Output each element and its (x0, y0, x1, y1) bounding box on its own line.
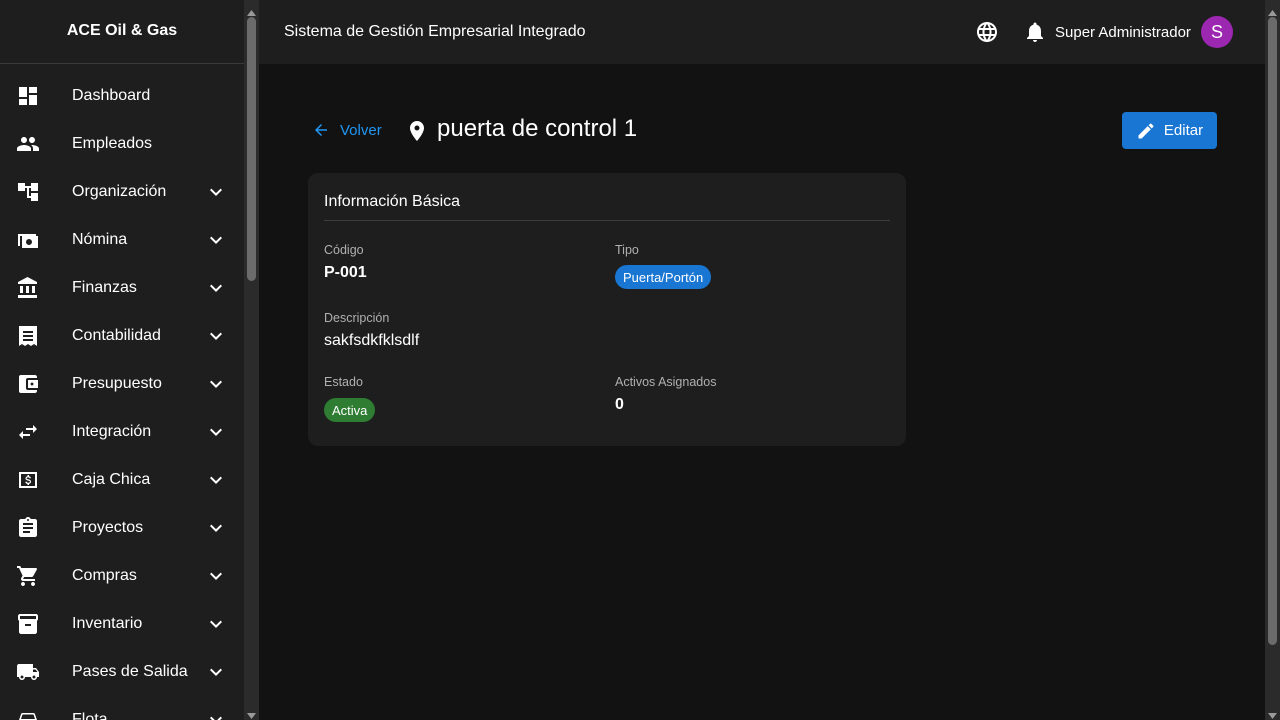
sidebar-item-label: Pases de Salida (72, 663, 188, 680)
type-chip: Puerta/Portón (615, 265, 712, 289)
truck-icon (16, 660, 40, 684)
payroll-icon (16, 228, 40, 252)
top-app-bar: Sistema de Gestión Empresarial Integrado… (259, 0, 1265, 64)
car-icon (16, 708, 40, 720)
app-title: Sistema de Gestión Empresarial Integrado (284, 23, 586, 40)
org-chart-icon (16, 180, 40, 204)
status-label: Estado (324, 375, 363, 389)
status-badge: Activa (324, 398, 376, 422)
code-value: P-001 (324, 264, 367, 281)
clipboard-icon (16, 516, 40, 540)
chevron-down-icon[interactable] (204, 228, 228, 252)
sidebar-item-flota[interactable]: Flota (0, 696, 244, 720)
assets-label: Activos Asignados (615, 375, 717, 389)
chevron-down-icon[interactable] (204, 708, 228, 720)
people-icon (16, 132, 40, 156)
chevron-down-icon[interactable] (204, 420, 228, 444)
sidebar-item-compras[interactable]: Compras (0, 552, 244, 600)
back-button[interactable]: Volver (312, 118, 382, 142)
chevron-down-icon[interactable] (204, 372, 228, 396)
nav-list: Dashboard Empleados Organización Nómina … (0, 64, 244, 720)
notifications-bell-icon[interactable] (1023, 20, 1047, 44)
archive-icon (16, 612, 40, 636)
sidebar-scrollbar[interactable] (244, 0, 259, 720)
bank-icon (16, 276, 40, 300)
sidebar-item-label: Compras (72, 567, 137, 584)
edit-button[interactable]: Editar (1122, 112, 1217, 149)
chevron-down-icon[interactable] (204, 516, 228, 540)
user-name[interactable]: Super Administrador (1055, 24, 1191, 41)
sidebar-item-label: Finanzas (72, 279, 137, 296)
type-label: Tipo (615, 243, 639, 257)
pencil-icon (1138, 122, 1154, 138)
sidebar-item-label: Dashboard (72, 87, 151, 104)
page-title: puerta de control 1 (437, 115, 638, 142)
scroll-up-arrow-icon[interactable] (1268, 4, 1277, 16)
location-pin-icon (405, 119, 429, 143)
sidebar: ACE Oil & Gas Dashboard Empleados Organi… (0, 0, 244, 720)
chevron-down-icon[interactable] (204, 612, 228, 636)
chevron-down-icon[interactable] (204, 324, 228, 348)
sidebar-item-contabilidad[interactable]: Contabilidad (0, 312, 244, 360)
chevron-down-icon[interactable] (204, 276, 228, 300)
sidebar-item-label: Proyectos (72, 519, 144, 536)
sidebar-item-label: Contabilidad (72, 327, 161, 344)
sidebar-item-label: Inventario (72, 615, 143, 632)
card-title: Información Básica (324, 193, 461, 210)
sidebar-item-label: Presupuesto (72, 375, 162, 392)
chevron-down-icon[interactable] (204, 180, 228, 204)
scroll-down-arrow-icon[interactable] (247, 707, 256, 719)
sidebar-item-empleados[interactable]: Empleados (0, 120, 244, 168)
sidebar-item-pases-de-salida[interactable]: Pases de Salida (0, 648, 244, 696)
sidebar-item-finanzas[interactable]: Finanzas (0, 264, 244, 312)
edit-label: Editar (1163, 122, 1204, 139)
cart-icon (16, 564, 40, 588)
sidebar-item-label: Nómina (72, 231, 128, 248)
assets-value: 0 (615, 396, 624, 413)
chevron-down-icon[interactable] (204, 468, 228, 492)
avatar[interactable]: S (1201, 16, 1233, 48)
sidebar-item-label: Caja Chica (72, 471, 151, 488)
main-scrollbar-thumb[interactable] (1268, 17, 1277, 645)
swap-icon (16, 420, 40, 444)
wallet-icon (16, 372, 40, 396)
basic-info-card: Información Básica Código P-001 Tipo Pue… (308, 173, 906, 446)
card-divider (324, 220, 890, 221)
sidebar-item-dashboard[interactable]: Dashboard (0, 72, 244, 120)
sidebar-item-inventario[interactable]: Inventario (0, 600, 244, 648)
arrow-back-icon (315, 124, 327, 136)
receipt-icon (16, 324, 40, 348)
sidebar-item-proyectos[interactable]: Proyectos (0, 504, 244, 552)
sidebar-item-presupuesto[interactable]: Presupuesto (0, 360, 244, 408)
description-label: Descripción (324, 311, 390, 325)
sidebar-item-nomina[interactable]: Nómina (0, 216, 244, 264)
back-label: Volver (340, 121, 382, 139)
code-label: Código (324, 243, 364, 257)
sidebar-scrollbar-thumb[interactable] (247, 17, 256, 281)
sidebar-item-label: Flota (72, 711, 108, 720)
sidebar-item-label: Empleados (72, 135, 153, 152)
language-globe-icon[interactable] (975, 20, 999, 44)
cash-box-icon (16, 468, 40, 492)
main-scrollbar[interactable] (1265, 0, 1280, 720)
scroll-down-arrow-icon[interactable] (1268, 707, 1277, 719)
sidebar-item-label: Organización (72, 183, 167, 200)
chevron-down-icon[interactable] (204, 564, 228, 588)
sidebar-item-integracion[interactable]: Integración (0, 408, 244, 456)
description-value: sakfsdkfklsdlf (324, 332, 420, 349)
dashboard-icon (16, 84, 40, 108)
sidebar-item-caja-chica[interactable]: Caja Chica (0, 456, 244, 504)
scroll-up-arrow-icon[interactable] (247, 4, 256, 16)
sidebar-item-organizacion[interactable]: Organización (0, 168, 244, 216)
brand-title: ACE Oil & Gas (0, 0, 244, 64)
sidebar-item-label: Integración (72, 423, 152, 440)
chevron-down-icon[interactable] (204, 660, 228, 684)
